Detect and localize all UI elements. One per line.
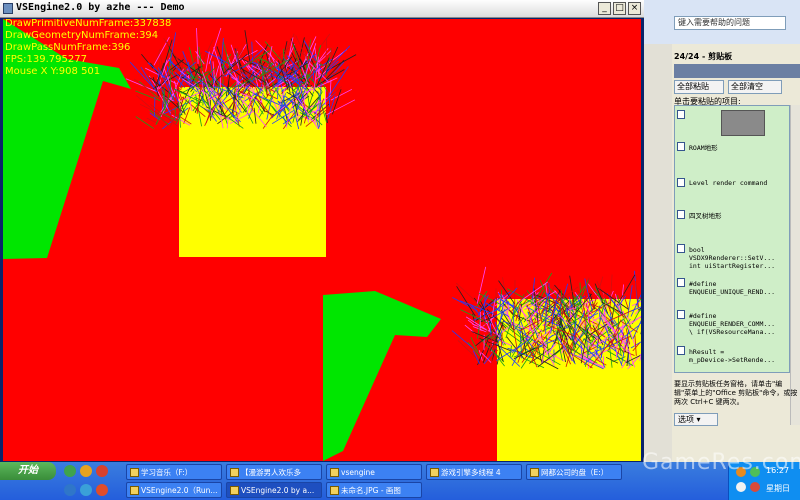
options-button[interactable]: 选项 ▾: [674, 413, 718, 426]
app-icon: [230, 486, 239, 495]
clip-item-icon: [677, 142, 685, 151]
browser-icon: [230, 468, 239, 477]
clipboard-list[interactable]: ROAM地形 Level render command 四叉树地形 bool V…: [674, 105, 790, 373]
clip-item-icon: [677, 310, 685, 319]
clip-item[interactable]: hResult = m_pDevice->SetRende...: [689, 348, 775, 364]
taskbar-item[interactable]: 网都公司的盘（E:）: [526, 464, 622, 480]
volume-icon[interactable]: [736, 482, 746, 492]
taskbar-item[interactable]: 【漫游男人欢乐多: [226, 464, 322, 480]
terrain-wall: [179, 87, 326, 257]
quicklaunch-icon[interactable]: [96, 484, 108, 496]
clip-item-icon: [677, 346, 685, 355]
close-button[interactable]: ×: [628, 2, 641, 15]
office-left-strip: [644, 44, 672, 462]
clip-item-icon: [677, 210, 685, 219]
stat-draw-geometry: DrawGeometryNumFrame:394: [5, 30, 159, 41]
stat-fps: FPS:139.795277: [5, 54, 87, 65]
clipboard-pane-title: 24/24 - 剪贴板: [674, 52, 733, 61]
clip-item-icon: [677, 178, 685, 187]
minimize-button[interactable]: _: [598, 2, 611, 15]
clip-item[interactable]: #define ENQUEUE_UNIQUE_REND...: [689, 280, 775, 296]
clock-day: 星期日: [766, 484, 790, 493]
paste-all-button[interactable]: 全部粘贴: [674, 80, 724, 94]
stat-draw-pass: DrawPassNumFrame:396: [5, 42, 131, 53]
clip-item[interactable]: Level render command: [689, 179, 767, 187]
folder-icon: [530, 468, 539, 477]
app-icon[interactable]: [3, 3, 13, 14]
scene-render: [3, 19, 641, 461]
stat-mouse: Mouse X Y:908 501: [5, 66, 101, 77]
clip-item[interactable]: #define ENQUEUE_RENDER_COMM... \ if(VSRe…: [689, 312, 775, 336]
watermark: GameRes.com: [642, 450, 800, 475]
engine-window: VSEngine2.0 by azhe --- Demo _ □ × DrawP…: [0, 0, 644, 462]
start-button[interactable]: 开始: [0, 462, 56, 480]
ie-icon[interactable]: [64, 484, 76, 496]
stat-draw-primitive: DrawPrimitiveNumFrame:337838: [5, 19, 172, 29]
clip-item[interactable]: bool VSDX9Renderer::SetV... int uiStartR…: [689, 246, 775, 270]
qq-icon[interactable]: [80, 465, 92, 477]
quicklaunch-icon[interactable]: [64, 465, 76, 477]
app-icon: [130, 486, 139, 495]
clip-thumbnail[interactable]: [721, 110, 765, 136]
clip-item[interactable]: 四叉树地形: [689, 212, 722, 220]
quicklaunch-icon[interactable]: [80, 484, 92, 496]
maximize-button[interactable]: □: [613, 2, 626, 15]
folder-icon: [130, 468, 139, 477]
taskbar-item-active[interactable]: VSEngine2.0 by a...: [226, 482, 322, 498]
render-viewport[interactable]: DrawPrimitiveNumFrame:337838 DrawGeometr…: [3, 19, 641, 461]
folder-icon: [330, 468, 339, 477]
clip-item-icon: [677, 244, 685, 253]
window-titlebar[interactable]: VSEngine2.0 by azhe --- Demo _ □ ×: [0, 0, 644, 18]
office-panel: 键入需要帮助的问题 24/24 - 剪贴板 全部粘贴 全部清空 单击要粘贴的项目…: [644, 0, 800, 462]
taskbar-item[interactable]: 游戏引擎多线程 4: [426, 464, 522, 480]
clipboard-scrollbar[interactable]: [790, 105, 800, 425]
taskbar-item[interactable]: 学习音乐（F:）: [126, 464, 222, 480]
pane-navigation-bar[interactable]: [674, 64, 800, 78]
document-icon: [430, 468, 439, 477]
taskbar-item[interactable]: 未命名.JPG - 画图: [326, 482, 422, 498]
quicklaunch-icon[interactable]: [96, 465, 108, 477]
clip-item-icon: [677, 110, 685, 119]
clip-item-icon: [677, 278, 685, 287]
clear-all-button[interactable]: 全部清空: [728, 80, 782, 94]
clip-item[interactable]: ROAM地形: [689, 144, 718, 152]
window-title: VSEngine2.0 by azhe --- Demo: [16, 2, 185, 13]
help-search-input[interactable]: 键入需要帮助的问题: [674, 16, 786, 30]
taskbar-item[interactable]: VSEngine2.0（Run...: [126, 482, 222, 498]
paint-icon: [330, 486, 339, 495]
taskbar-item[interactable]: vsengine: [326, 464, 422, 480]
clipboard-note: 要显示剪贴板任务窗格，请单击"编辑"菜单上的"Office 剪贴板"命令，或按两…: [674, 380, 798, 406]
tray-icon[interactable]: [750, 482, 760, 492]
grass-blade: [545, 300, 547, 334]
